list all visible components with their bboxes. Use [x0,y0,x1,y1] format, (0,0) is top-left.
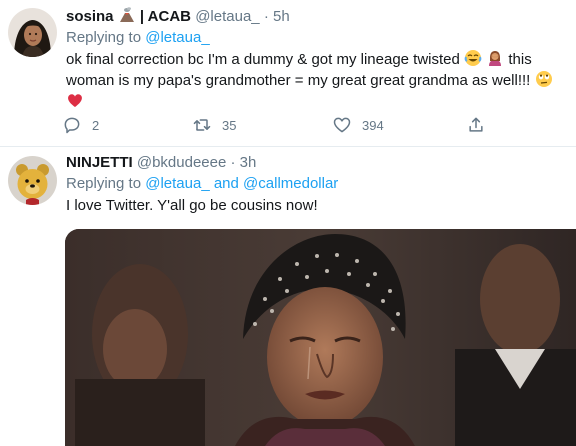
gif-image [65,229,576,446]
reply-count: 2 [92,117,100,133]
replying-to: Replying to @letaua_ [66,28,568,48]
avatar-image [8,8,57,57]
user-handle[interactable]: @letaua_ [195,8,259,25]
retweet-action[interactable]: 35 [192,113,236,137]
rolling-eyes-icon [535,70,553,88]
avatar-image [8,156,57,205]
tweet-header: sosina | ACAB @letaua_ · 5h [66,6,568,27]
facepalm-woman-icon [486,49,504,67]
display-name[interactable]: NINJETTI [66,154,133,171]
mention-and: and [213,175,239,192]
separator-dot: · [230,154,236,171]
joy-icon [464,49,482,67]
tweet-text-line1-end: this [508,51,532,68]
timestamp[interactable]: 3h [240,154,257,171]
heart-icon[interactable] [332,115,352,135]
like-action[interactable]: 394 [332,113,384,137]
share-icon[interactable] [466,115,486,135]
tweet-2[interactable]: NINJETTI @bkdudeeee · 3h Replying to @le… [0,147,576,446]
separator-dot: · [263,8,269,25]
tweet-1[interactable]: sosina | ACAB @letaua_ · 5h Replying to … [0,0,576,147]
tweet-actions: 2 35 394 [62,113,502,137]
red-heart-icon [66,91,84,109]
retweet-count: 35 [222,117,237,133]
avatar[interactable] [8,8,57,57]
tweet-text: ok final correction bc I'm a dummy & got… [66,49,568,112]
tweet-header: NINJETTI @bkdudeeee · 3h [66,153,568,173]
replying-prefix: Replying to [66,29,142,46]
display-name-suffix: | ACAB [139,8,192,25]
replying-prefix: Replying to [66,175,142,192]
replying-to: Replying to @letaua_ and @callmedollar [66,174,568,194]
mention-link[interactable]: @letaua_ [145,29,209,46]
display-name[interactable]: sosina [66,8,114,25]
timestamp[interactable]: 5h [273,8,290,25]
avatar[interactable] [8,156,57,205]
mention-link-1[interactable]: @letaua_ [145,175,209,192]
retweet-icon[interactable] [192,115,212,135]
reply-action[interactable]: 2 [62,113,99,137]
tweet-text-line1: ok final correction bc I'm a dummy & got… [66,51,460,68]
reply-icon[interactable] [62,115,82,135]
share-action[interactable] [466,113,486,137]
volcano-icon [118,6,136,24]
tweet-media-gif[interactable] [65,229,576,446]
mention-link-2[interactable]: @callmedollar [243,175,338,192]
tweet-text-line2: woman is my papa's grandmother = my grea… [66,72,531,89]
user-handle[interactable]: @bkdudeeee [137,154,226,171]
tweet-text: I love Twitter. Y'all go be cousins now! [66,197,318,214]
like-count: 394 [362,117,384,133]
